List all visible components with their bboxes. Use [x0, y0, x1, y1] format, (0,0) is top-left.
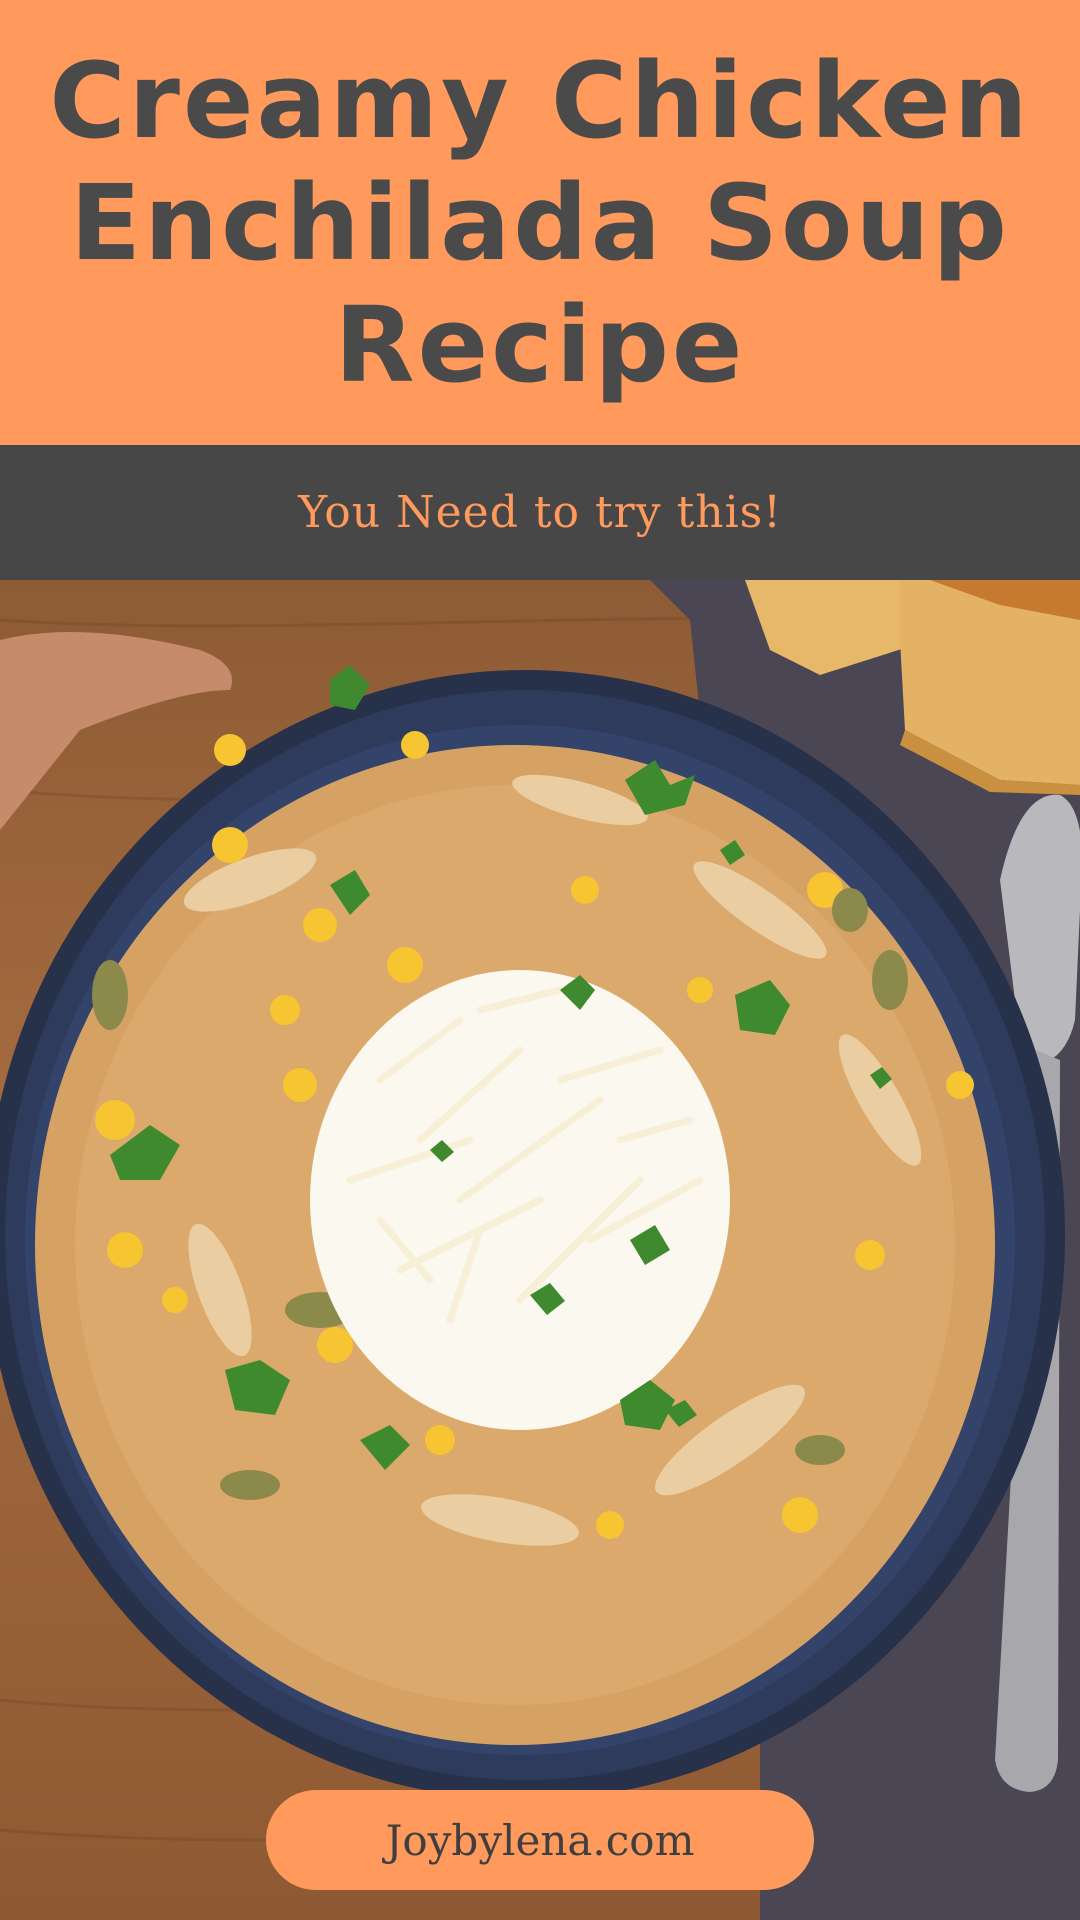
page-title: Creamy Chicken Enchilada Soup Recipe	[49, 39, 1031, 406]
tagline-banner: You Need to try this!	[0, 445, 1080, 580]
tagline-text: You Need to try this!	[298, 487, 782, 538]
website-button[interactable]: Joybylena.com	[266, 1790, 814, 1890]
title-banner: Creamy Chicken Enchilada Soup Recipe	[0, 0, 1080, 445]
soup-photo	[0, 580, 1080, 1920]
